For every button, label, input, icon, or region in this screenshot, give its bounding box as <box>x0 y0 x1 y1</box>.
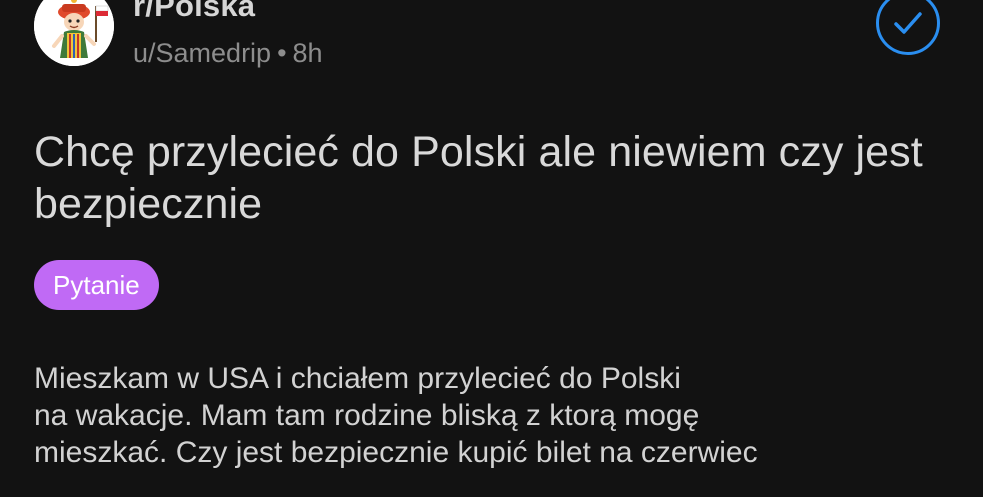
post-age: 8h <box>292 38 323 68</box>
author-link[interactable]: u/Samedrip <box>133 38 271 68</box>
post-meta: u/Samedrip • 8h <box>133 38 323 69</box>
post-body-line: Mieszkam w USA i chciałem przylecieć do … <box>34 362 681 395</box>
subreddit-name[interactable]: r/Polska <box>133 0 255 24</box>
post-body-line: na wakacje. Mam tam rodzine bliską z kto… <box>34 399 700 432</box>
avatar-illustration <box>34 0 114 66</box>
post-title[interactable]: Chcę przylecieć do Polski ale niewiem cz… <box>34 126 964 230</box>
post-header: r/Polska u/Samedrip • 8h <box>0 0 983 90</box>
post-flair[interactable]: Pytanie <box>34 260 159 310</box>
post-body-line: mieszkać. Czy jest bezpiecznie kupić bil… <box>34 436 758 469</box>
post-body: Mieszkam w USA i chciałem przylecieć do … <box>34 360 974 471</box>
subreddit-avatar-icon[interactable] <box>34 0 114 66</box>
checkmark-glyph <box>894 12 922 34</box>
check-circle-icon[interactable] <box>876 0 940 55</box>
meta-separator: • <box>277 38 287 68</box>
